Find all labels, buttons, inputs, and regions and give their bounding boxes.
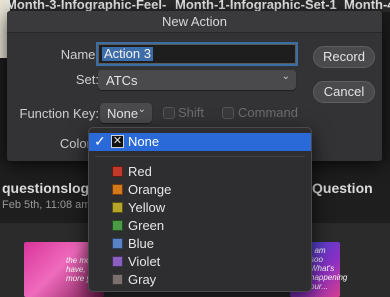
color-menu-item-blue[interactable]: Blue [89,235,311,253]
orange-swatch-icon [112,184,123,195]
color-menu-item-yellow[interactable]: Yellow [89,199,311,217]
color-menu-item-label: Blue [128,236,155,251]
set-popup[interactable]: ATCs ⌄ [98,70,296,90]
function-key-value: None [107,106,139,121]
color-menu-item-orange[interactable]: Orange [89,181,311,199]
function-key-popup[interactable]: None ⌄ [100,103,152,123]
name-label: Name: [60,47,99,62]
background-file-date: Feb 5th, 11:08 am [2,199,91,211]
color-menu-item-violet[interactable]: Violet [89,253,311,271]
color-menu-item-label: Orange [128,182,172,197]
color-menu-item-gray[interactable]: Gray [89,271,311,289]
set-label: Set: [75,72,99,87]
command-label: Command [238,105,298,120]
color-menu-item-label: Gray [128,272,157,287]
color-menu-item-label: Red [128,164,152,179]
color-menu-item-none[interactable]: ✓ ✕ None [89,133,311,151]
yellow-swatch-icon [112,202,123,213]
command-checkbox[interactable] [222,107,234,119]
no-color-icon: ✕ [111,135,124,148]
shift-checkbox[interactable] [163,107,175,119]
name-field-value: Action 3 [102,46,153,61]
gray-swatch-icon [112,274,123,285]
name-field[interactable]: Action 3 [98,44,296,64]
record-button[interactable]: Record [313,46,375,68]
chevron-updown-icon: ⌄ [281,71,290,82]
background-file-name[interactable]: Question [312,180,373,196]
screen: Month-3-Infographic-Feel- Month-1-Infogr… [0,0,390,297]
red-swatch-icon [112,166,123,177]
green-swatch-icon [112,220,123,231]
color-menu-item-label: Violet [128,254,161,269]
color-menu-item-red[interactable]: Red [89,163,311,181]
dialog-titlebar[interactable]: New Action [7,11,382,33]
checkmark-icon: ✓ [94,133,106,149]
blue-swatch-icon [112,238,123,249]
violet-swatch-icon [112,256,123,267]
color-menu-item-green[interactable]: Green [89,217,311,235]
color-menu-item-label: Green [128,218,165,233]
function-key-label: Function Key: [19,106,100,121]
cancel-button[interactable]: Cancel [313,81,375,103]
color-menu-item-label: Yellow [128,200,166,215]
color-menu-item-label: None [128,134,160,149]
set-value: ATCs [106,73,138,88]
thumbnail-caption: I am soo What's happening our... [310,246,348,291]
shift-label: Shift [178,105,205,120]
color-menu: ✓ ✕ None Red Orange Yellow Green Blue Vi… [88,127,312,292]
dialog-title: New Action [161,14,228,29]
color-label: Color [59,136,91,151]
chevron-down-icon: ⌄ [137,104,146,115]
menu-separator [95,156,305,157]
